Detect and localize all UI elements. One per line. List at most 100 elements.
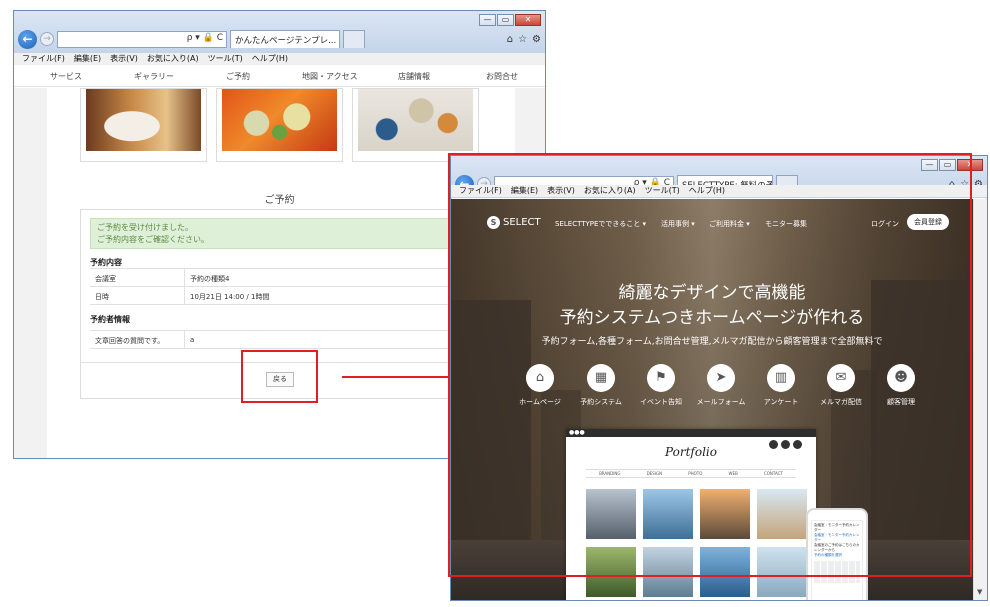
portfolio-mockup: ●●● Portfolio BRANDING DESIGN PHOTO WEB … xyxy=(566,429,816,600)
home-icon: ⌂ xyxy=(526,364,554,392)
instagram-icon xyxy=(793,440,802,449)
feature-reservation[interactable]: ▦ 予約システム xyxy=(571,364,631,407)
menu-help[interactable]: ヘルプ(H) xyxy=(252,53,288,65)
facebook-icon xyxy=(781,440,790,449)
menu-view[interactable]: 表示(V) xyxy=(547,185,575,197)
portfolio-menu-item: WEB xyxy=(728,471,738,476)
mockup-window-dots-icon: ●●● xyxy=(566,429,816,437)
nav-reservation[interactable]: ご予約 xyxy=(226,71,250,82)
close-button[interactable]: ✕ xyxy=(957,159,983,171)
portfolio-menu-item: DESIGN xyxy=(646,471,663,476)
close-button[interactable]: ✕ xyxy=(515,14,541,26)
feature-homepage[interactable]: ⌂ ホームページ xyxy=(510,364,570,407)
feature-event[interactable]: ⚑ イベント告知 xyxy=(631,364,691,407)
site-logo[interactable]: S SELECT xyxy=(487,216,541,229)
feature-label: イベント告知 xyxy=(640,398,682,406)
menu-favorites[interactable]: お気に入り(A) xyxy=(584,185,636,197)
phone-text-line: 予約の種類を選択 xyxy=(814,553,842,557)
menu-edit[interactable]: 編集(E) xyxy=(511,185,538,197)
nav-pricing[interactable]: ご利用料金 ▾ xyxy=(709,219,750,229)
nav-case-studies[interactable]: 活用事例 ▾ xyxy=(661,219,695,229)
screenshot-root: — ▭ ✕ ← → ρ ▾ 🔒 C かんたんページテンプレ... ✕ ⌂ ☆ xyxy=(0,0,990,607)
new-tab-button[interactable] xyxy=(343,30,365,48)
nav-monitor[interactable]: モニター募集 xyxy=(765,219,807,229)
gallery-card-tableware[interactable] xyxy=(352,88,479,162)
smartphone-mockup: 会議室・モニター予約カレンダー 会議室 · モニター予約カレンダー 会議室のご予… xyxy=(806,508,868,600)
hero-section: S SELECT SELECTTYPEでできること ▾ 活用事例 ▾ ご利用料金… xyxy=(451,199,973,600)
hero-subline: 予約フォーム,各種フォーム,お問合せ管理,メルマガ配信から顧客管理まで全部無料で xyxy=(541,337,883,347)
row-value: 10月21日 14:00 / 1時間 xyxy=(190,293,270,301)
nav-features[interactable]: SELECTTYPEでできること ▾ xyxy=(555,219,646,229)
menu-file[interactable]: ファイル(F) xyxy=(459,185,502,197)
feature-label: ホームページ xyxy=(519,398,561,406)
row-value: 予約の種類4 xyxy=(190,275,230,283)
menu-tools[interactable]: ツール(T) xyxy=(208,53,243,65)
tab-title: かんたんページテンプレ... xyxy=(235,36,337,46)
gallery-card-cake[interactable] xyxy=(80,88,207,162)
gallery-image-salad xyxy=(222,89,337,151)
phone-text-line: 会議室のご予約はこちらのカレンダーから xyxy=(814,543,860,552)
forward-icon[interactable]: → xyxy=(40,32,54,46)
minimize-button[interactable]: — xyxy=(479,14,496,26)
menu-view[interactable]: 表示(V) xyxy=(110,53,138,65)
home-icon[interactable]: ⌂ xyxy=(507,34,513,45)
feature-crm[interactable]: ☻ 顧客管理 xyxy=(871,364,931,407)
nav-service[interactable]: サービス xyxy=(50,71,82,82)
login-link[interactable]: ログイン xyxy=(871,219,899,229)
feature-mailform[interactable]: ➤ メールフォーム xyxy=(691,364,751,407)
menu-tools[interactable]: ツール(T) xyxy=(645,185,680,197)
phone-calendar-grid xyxy=(814,561,860,583)
nav-access[interactable]: 地図・アクセス xyxy=(302,71,358,82)
row-key: 日時 xyxy=(90,287,185,305)
address-bar[interactable]: ρ ▾ 🔒 C xyxy=(57,30,227,48)
menu-file[interactable]: ファイル(F) xyxy=(22,53,65,65)
gallery-image-tableware xyxy=(358,89,473,151)
portfolio-menu: BRANDING DESIGN PHOTO WEB CONTACT xyxy=(586,469,796,478)
minimize-button[interactable]: — xyxy=(921,159,938,171)
hero-headline-2: 予約システムつきホームページが作れる xyxy=(559,308,865,328)
bar-chart-icon: ▥ xyxy=(767,364,795,392)
scroll-down-icon[interactable]: ▼ xyxy=(977,588,982,596)
vertical-scrollbar[interactable]: ▼ xyxy=(973,199,987,600)
nav-store-info[interactable]: 店舗情報 xyxy=(398,71,430,82)
site-navigation: サービス ギャラリー ご予約 地図・アクセス 店舗情報 お問合せ xyxy=(14,65,545,87)
browser-window-selecttype: — ▭ ✕ ← → ρ ▾ 🔒 C SELECTTYPE: 無料の予... ✕ … xyxy=(450,155,988,601)
envelope-icon: ✉ xyxy=(827,364,855,392)
users-icon: ☻ xyxy=(887,364,915,392)
favorites-star-icon[interactable]: ☆ xyxy=(518,34,527,45)
maximize-button[interactable]: ▭ xyxy=(939,159,956,171)
menu-favorites[interactable]: お気に入り(A) xyxy=(147,53,199,65)
flag-icon: ⚑ xyxy=(647,364,675,392)
menu-bar: ファイル(F) 編集(E) 表示(V) お気に入り(A) ツール(T) ヘルプ(… xyxy=(14,53,545,65)
portfolio-thumbnail xyxy=(757,489,807,539)
portfolio-thumbnail xyxy=(757,547,807,597)
phone-text-line: 会議室 · モニター予約カレンダー xyxy=(814,533,860,542)
back-icon[interactable]: ← xyxy=(18,29,37,49)
portfolio-thumbnail xyxy=(700,547,750,597)
portfolio-thumbnail xyxy=(643,489,693,539)
menu-edit[interactable]: 編集(E) xyxy=(74,53,101,65)
nav-contact[interactable]: お問合せ xyxy=(486,71,518,82)
twitter-icon xyxy=(769,440,778,449)
portfolio-thumbnail xyxy=(643,547,693,597)
tab-active[interactable]: かんたんページテンプレ... ✕ xyxy=(230,30,340,48)
settings-gear-icon[interactable]: ⚙ xyxy=(532,34,541,45)
row-key: 文章回答の質問です。 xyxy=(90,331,185,349)
phone-screen: 会議室・モニター予約カレンダー 会議室 · モニター予約カレンダー 会議室のご予… xyxy=(811,520,863,600)
calendar-icon: ▦ xyxy=(587,364,615,392)
register-button[interactable]: 会員登録 xyxy=(907,214,949,230)
maximize-button[interactable]: ▭ xyxy=(497,14,514,26)
menu-help[interactable]: ヘルプ(H) xyxy=(689,185,725,197)
portfolio-menu-item: BRANDING xyxy=(599,471,621,476)
highlight-box-back-button xyxy=(241,350,318,403)
feature-newsletter[interactable]: ✉ メルマガ配信 xyxy=(811,364,871,407)
feature-label: 予約システム xyxy=(580,398,622,406)
social-icons xyxy=(769,440,802,449)
address-glyphs: ρ ▾ 🔒 C xyxy=(186,32,223,43)
gallery-card-salad[interactable] xyxy=(216,88,343,162)
feature-survey[interactable]: ▥ アンケート xyxy=(751,364,811,407)
logo-mark-icon: S xyxy=(487,216,500,229)
nav-gallery[interactable]: ギャラリー xyxy=(134,71,174,82)
portfolio-thumbnail xyxy=(586,547,636,597)
toolbar-icons: ⌂ ☆ ⚙ xyxy=(507,34,541,45)
